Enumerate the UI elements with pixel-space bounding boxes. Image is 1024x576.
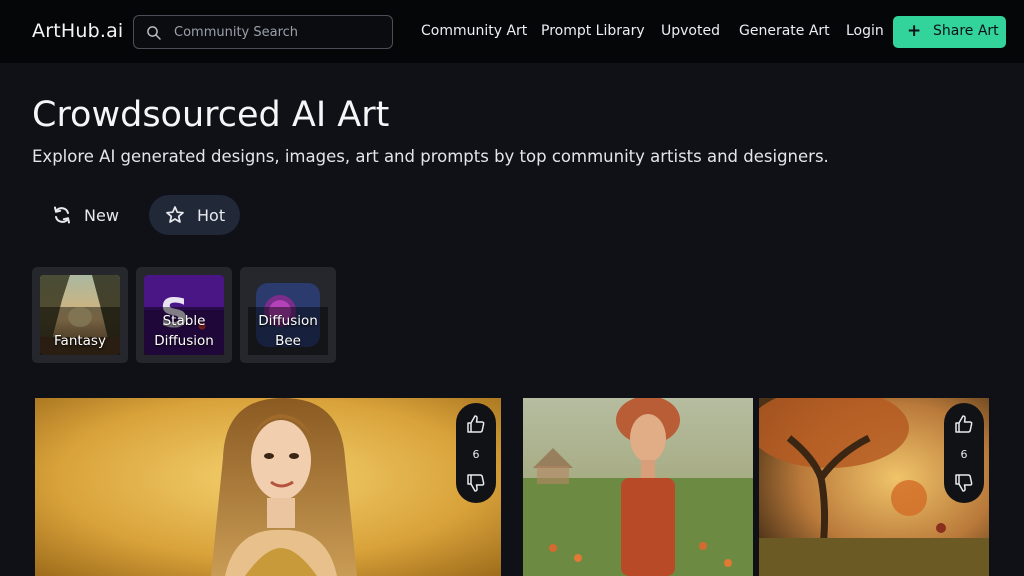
category-fantasy-label: Fantasy [54, 333, 106, 349]
star-icon [166, 206, 184, 223]
sort-hot-button[interactable]: Hot [149, 195, 240, 235]
search-input[interactable] [174, 16, 384, 48]
vote-panel: 6 [944, 403, 984, 503]
search-icon [147, 26, 161, 40]
nav-generate-art[interactable]: Generate Art [739, 23, 830, 39]
nav-prompt-library[interactable]: Prompt Library [541, 23, 645, 39]
golden-portrait-image [35, 398, 501, 576]
thumbs-up-icon[interactable] [954, 414, 974, 434]
red-hat-girl-image [523, 398, 753, 576]
category-stable-diffusion[interactable]: S Stable Diffusion [136, 267, 232, 363]
plus-icon: + [907, 21, 922, 41]
share-art-button[interactable]: + Share Art [893, 16, 1006, 48]
sort-new-button[interactable]: New [34, 195, 134, 235]
nav-community-art[interactable]: Community Art [421, 23, 527, 39]
nav-login[interactable]: Login [846, 23, 884, 39]
category-stable-diffusion-label-line2: Diffusion [154, 333, 214, 349]
gallery-item-golden-portrait[interactable] [35, 398, 501, 576]
sort-new-label: New [84, 206, 119, 225]
category-diffusion-bee-label-line2: Bee [275, 333, 301, 349]
thumbs-down-icon[interactable] [954, 473, 974, 493]
share-art-label: Share Art [933, 23, 999, 39]
vote-count: 6 [960, 448, 968, 461]
category-diffusion-bee-label-line1: Diffusion [258, 313, 318, 329]
site-logo[interactable]: ArtHub.ai [32, 20, 123, 42]
refresh-icon [54, 206, 70, 224]
category-diffusion-bee[interactable]: Diffusion Bee [240, 267, 336, 363]
page-title: Crowdsourced AI Art [32, 95, 390, 135]
category-stable-diffusion-label-line1: Stable [162, 313, 206, 329]
sort-hot-label: Hot [197, 206, 226, 225]
vote-count: 6 [472, 448, 480, 461]
page-subtitle: Explore AI generated designs, images, ar… [32, 147, 829, 166]
category-fantasy[interactable]: Fantasy [32, 267, 128, 363]
thumbs-down-icon[interactable] [466, 473, 486, 493]
vote-panel: 6 [456, 403, 496, 503]
community-search[interactable] [133, 15, 393, 49]
thumbs-up-icon[interactable] [466, 414, 486, 434]
gallery-item-red-hat-girl[interactable] [523, 398, 753, 576]
nav-upvoted[interactable]: Upvoted [661, 23, 720, 39]
top-navbar: ArtHub.ai Community Art Prompt Library U… [0, 0, 1024, 63]
